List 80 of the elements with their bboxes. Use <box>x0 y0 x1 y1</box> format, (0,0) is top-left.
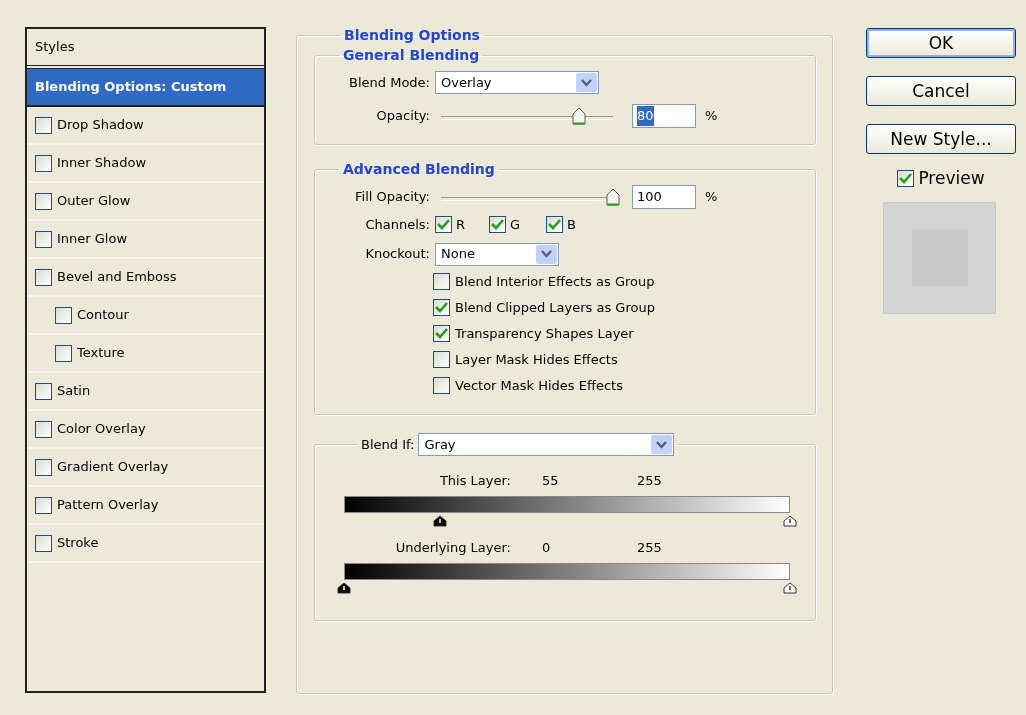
checkbox[interactable] <box>55 306 72 324</box>
checkbox-label: Transparency Shapes Layer <box>455 324 634 343</box>
checkbox-label: Blend Clipped Layers as Group <box>455 298 655 317</box>
section-title: Blending Options <box>343 27 481 43</box>
value-label: 55 <box>542 472 560 491</box>
field-label: Channels: <box>364 216 430 234</box>
knockout-dropdown[interactable]: None <box>435 242 559 266</box>
style-list-item[interactable]: Texture <box>27 335 264 373</box>
style-list-item[interactable]: Bevel and Emboss <box>27 259 264 297</box>
checkbox-label: B <box>567 216 576 234</box>
blend-if-dropdown[interactable]: Gray <box>418 433 675 456</box>
checkbox[interactable] <box>433 325 450 342</box>
style-list-item[interactable]: Drop Shadow <box>27 107 264 145</box>
range-thumb[interactable] <box>337 582 351 594</box>
checkbox-label: Layer Mask Hides Effects <box>455 350 618 369</box>
range-thumb[interactable] <box>783 515 797 527</box>
checkbox[interactable] <box>489 216 506 234</box>
value-label: 255 <box>637 472 662 491</box>
field-label: Opacity: <box>375 107 430 126</box>
chevron-icon <box>536 244 557 264</box>
style-list-item[interactable]: Stroke <box>27 525 264 563</box>
style-list-item[interactable]: Pattern Overlay <box>27 487 264 525</box>
checkbox[interactable] <box>433 377 450 394</box>
checkbox[interactable] <box>35 268 52 286</box>
style-list-item[interactable]: Contour <box>27 297 264 335</box>
checkbox[interactable] <box>35 458 52 476</box>
checkbox[interactable] <box>546 216 563 234</box>
checkbox-label: Preview <box>918 167 985 190</box>
checkbox[interactable] <box>35 534 52 552</box>
style-list-item[interactable]: Inner Shadow <box>27 145 264 183</box>
chevron-icon <box>576 73 597 92</box>
field-label: Knockout: <box>364 245 430 264</box>
range-thumb[interactable] <box>433 515 448 527</box>
dialog-button[interactable]: OK <box>866 28 1016 58</box>
value-label: 255 <box>637 539 662 558</box>
checkbox-label: R <box>456 216 466 234</box>
section-title: General Blending <box>342 47 481 63</box>
range-thumb[interactable] <box>783 582 797 594</box>
number-field[interactable]: 80 <box>632 104 696 128</box>
style-list-item[interactable]: Satin <box>27 373 264 411</box>
chevron-icon <box>651 435 673 454</box>
range-slider[interactable] <box>337 563 797 596</box>
checkbox-label: Vector Mask Hides Effects <box>455 376 623 395</box>
checkbox[interactable] <box>35 230 52 248</box>
field-label: This Layer: <box>438 472 511 491</box>
checkbox[interactable] <box>433 299 450 316</box>
style-list-item[interactable]: Outer Glow <box>27 183 264 221</box>
unit-label: % <box>705 107 718 126</box>
checkbox[interactable] <box>35 496 52 514</box>
slider-thumb[interactable] <box>570 107 587 125</box>
style-list-item[interactable]: Color Overlay <box>27 411 264 449</box>
value-label: 0 <box>542 539 552 558</box>
checkbox[interactable] <box>35 420 52 438</box>
checkbox[interactable] <box>435 216 452 234</box>
unit-label: % <box>705 188 718 207</box>
checkbox[interactable] <box>35 192 52 210</box>
style-list-item[interactable]: Gradient Overlay <box>27 449 264 487</box>
style-list-item[interactable]: Blending Options: Custom <box>27 69 264 107</box>
field-value: 80 <box>637 106 654 126</box>
field-label: Fill Opacity: <box>354 188 430 207</box>
checkbox[interactable] <box>433 351 450 368</box>
style-list-item[interactable]: Inner Glow <box>27 221 264 259</box>
checkbox[interactable] <box>35 116 52 134</box>
section-title: Advanced Blending <box>342 161 496 177</box>
checkbox[interactable] <box>55 344 72 362</box>
field-label: Blend If: <box>361 436 415 453</box>
dialog-button[interactable]: New Style... <box>866 124 1016 154</box>
checkbox[interactable] <box>35 382 52 400</box>
number-field[interactable]: 100 <box>632 185 696 209</box>
field-value: 100 <box>637 188 662 207</box>
checkbox-label: G <box>510 216 521 234</box>
field-label: Blend Mode: <box>348 73 430 92</box>
field-label: Underlying Layer: <box>394 539 511 558</box>
checkbox[interactable] <box>35 154 52 172</box>
blend-mode-dropdown[interactable]: Overlay <box>435 71 599 94</box>
slider-thumb[interactable] <box>605 188 621 206</box>
checkbox-label: Blend Interior Effects as Group <box>455 272 655 291</box>
checkbox[interactable] <box>433 273 450 290</box>
checkbox[interactable] <box>897 170 915 188</box>
dialog-button[interactable]: Cancel <box>866 76 1016 106</box>
